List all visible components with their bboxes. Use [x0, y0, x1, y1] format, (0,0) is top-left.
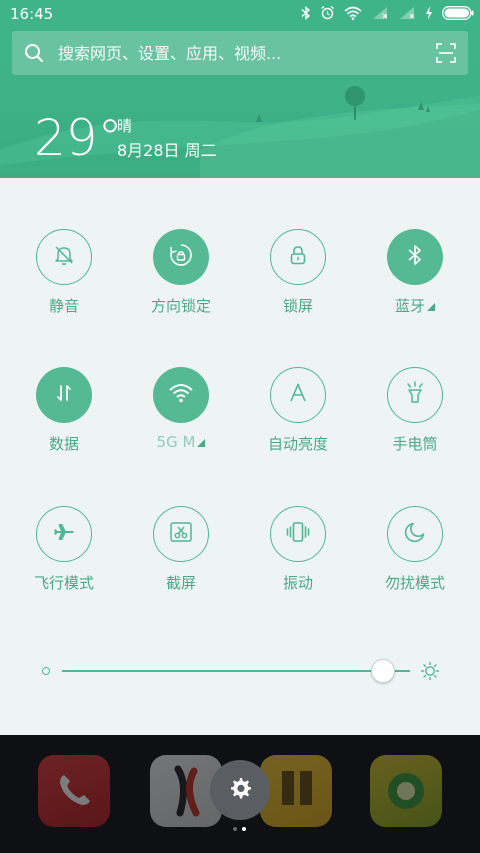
bluetooth-icon	[301, 5, 311, 20]
rotation-lock-icon	[168, 242, 194, 272]
toggle-bluetooth-label: 蓝牙	[394, 297, 425, 315]
airplane-icon	[52, 520, 76, 548]
toggle-rotation-lock-circle[interactable]	[153, 229, 209, 285]
toggle-mute-label: 静音	[48, 297, 79, 315]
signal-2-icon	[398, 6, 416, 20]
toggle-mute[interactable]: 静音	[5, 229, 123, 316]
toggle-bluetooth-label-wrap: 蓝牙	[356, 295, 474, 316]
battery-icon	[442, 5, 474, 20]
auto-brightness-icon	[286, 381, 310, 409]
toggle-vibrate-label: 振动	[282, 574, 313, 592]
toggle-wifi-label-wrap: 5G M	[122, 433, 240, 451]
toggle-flashlight-circle[interactable]	[387, 367, 443, 423]
toggle-mobile-data-label: 数据	[48, 435, 79, 453]
search-bar[interactable]	[12, 31, 468, 75]
gear-icon	[227, 775, 253, 805]
brightness-high-icon	[420, 661, 440, 685]
toggle-wifi-circle[interactable]	[153, 367, 209, 423]
home-dock	[0, 735, 480, 853]
weather-date: 8月28日 周二	[117, 141, 217, 160]
toggle-auto-brightness-circle[interactable]	[270, 367, 326, 423]
toggle-lock-screen-circle[interactable]	[270, 229, 326, 285]
scan-icon[interactable]	[436, 43, 456, 63]
vibrate-icon	[285, 520, 311, 548]
page-dot-active	[242, 827, 246, 831]
toggle-screenshot-circle[interactable]	[153, 506, 209, 562]
toggle-lock-screen[interactable]: 锁屏	[239, 229, 357, 316]
weather-temperature: 29°	[34, 109, 123, 167]
toggle-bluetooth-circle[interactable]	[387, 229, 443, 285]
toggle-flashlight-label: 手电筒	[392, 435, 438, 453]
search-icon	[24, 43, 44, 63]
mobile-data-icon	[53, 381, 75, 409]
toggle-wifi-label: 5G M	[156, 433, 196, 451]
toggle-auto-brightness-label: 自动亮度	[267, 435, 328, 453]
wifi-icon	[168, 382, 194, 408]
lock-icon	[286, 243, 310, 271]
toggle-bluetooth[interactable]: 蓝牙	[356, 229, 474, 316]
search-input[interactable]	[56, 42, 420, 64]
brightness-track[interactable]	[62, 670, 410, 672]
toggle-rotation-lock[interactable]: 方向锁定	[122, 229, 240, 316]
page-indicator	[233, 827, 246, 831]
flashlight-icon	[403, 380, 427, 410]
moon-icon	[403, 520, 427, 548]
toggle-do-not-disturb-label: 勿扰模式	[384, 574, 445, 592]
toggle-wifi[interactable]: 5G M	[122, 367, 240, 451]
screenshot-icon	[168, 520, 194, 548]
status-icons	[301, 5, 474, 20]
status-bar: 16:45	[0, 0, 480, 28]
toggle-vibrate-circle[interactable]	[270, 506, 326, 562]
toggle-mobile-data-circle[interactable]	[36, 367, 92, 423]
bell-mute-icon	[52, 243, 76, 271]
signal-1-icon	[371, 6, 389, 20]
charging-icon	[425, 5, 433, 20]
toggle-rotation-lock-label: 方向锁定	[150, 297, 211, 315]
phone-app-icon	[38, 755, 110, 827]
expand-arrow-icon[interactable]	[197, 438, 206, 447]
bluetooth-icon	[404, 243, 426, 271]
brightness-slider[interactable]	[40, 658, 448, 684]
wifi-status-icon	[344, 6, 362, 20]
toggle-do-not-disturb[interactable]: 勿扰模式	[356, 506, 474, 593]
status-time: 16:45	[10, 5, 54, 23]
quick-settings-panel: 静音 方向锁定 锁屏 蓝牙 数据 5G M 自动亮度 手电筒 飞行模式 截屏 振…	[0, 178, 480, 735]
settings-button[interactable]	[210, 760, 270, 820]
toggle-flashlight[interactable]: 手电筒	[356, 367, 474, 454]
brightness-thumb[interactable]	[371, 659, 396, 683]
toggle-airplane-mode-label: 飞行模式	[33, 574, 94, 592]
page-dot	[233, 827, 237, 831]
brightness-low-icon	[42, 667, 50, 675]
toggle-airplane-mode-circle[interactable]	[36, 506, 92, 562]
toggle-vibrate[interactable]: 振动	[239, 506, 357, 593]
notification-header: 16:45 搜索网页、设置、应用、视频... 29° 晴 8月28日 周二	[0, 0, 480, 178]
toggle-do-not-disturb-circle[interactable]	[387, 506, 443, 562]
toggle-lock-screen-label: 锁屏	[282, 297, 313, 315]
weather-condition: 晴	[117, 117, 133, 135]
alarm-icon	[320, 5, 335, 20]
toggle-auto-brightness[interactable]: 自动亮度	[239, 367, 357, 454]
toggle-screenshot[interactable]: 截屏	[122, 506, 240, 593]
sms-app-icon	[260, 755, 332, 827]
toggle-mobile-data[interactable]: 数据	[5, 367, 123, 454]
expand-arrow-icon[interactable]	[427, 302, 435, 311]
toggle-airplane-mode[interactable]: 飞行模式	[5, 506, 123, 593]
green-app-icon	[370, 755, 442, 827]
toggle-screenshot-label: 截屏	[165, 574, 196, 592]
toggle-mute-circle[interactable]	[36, 229, 92, 285]
